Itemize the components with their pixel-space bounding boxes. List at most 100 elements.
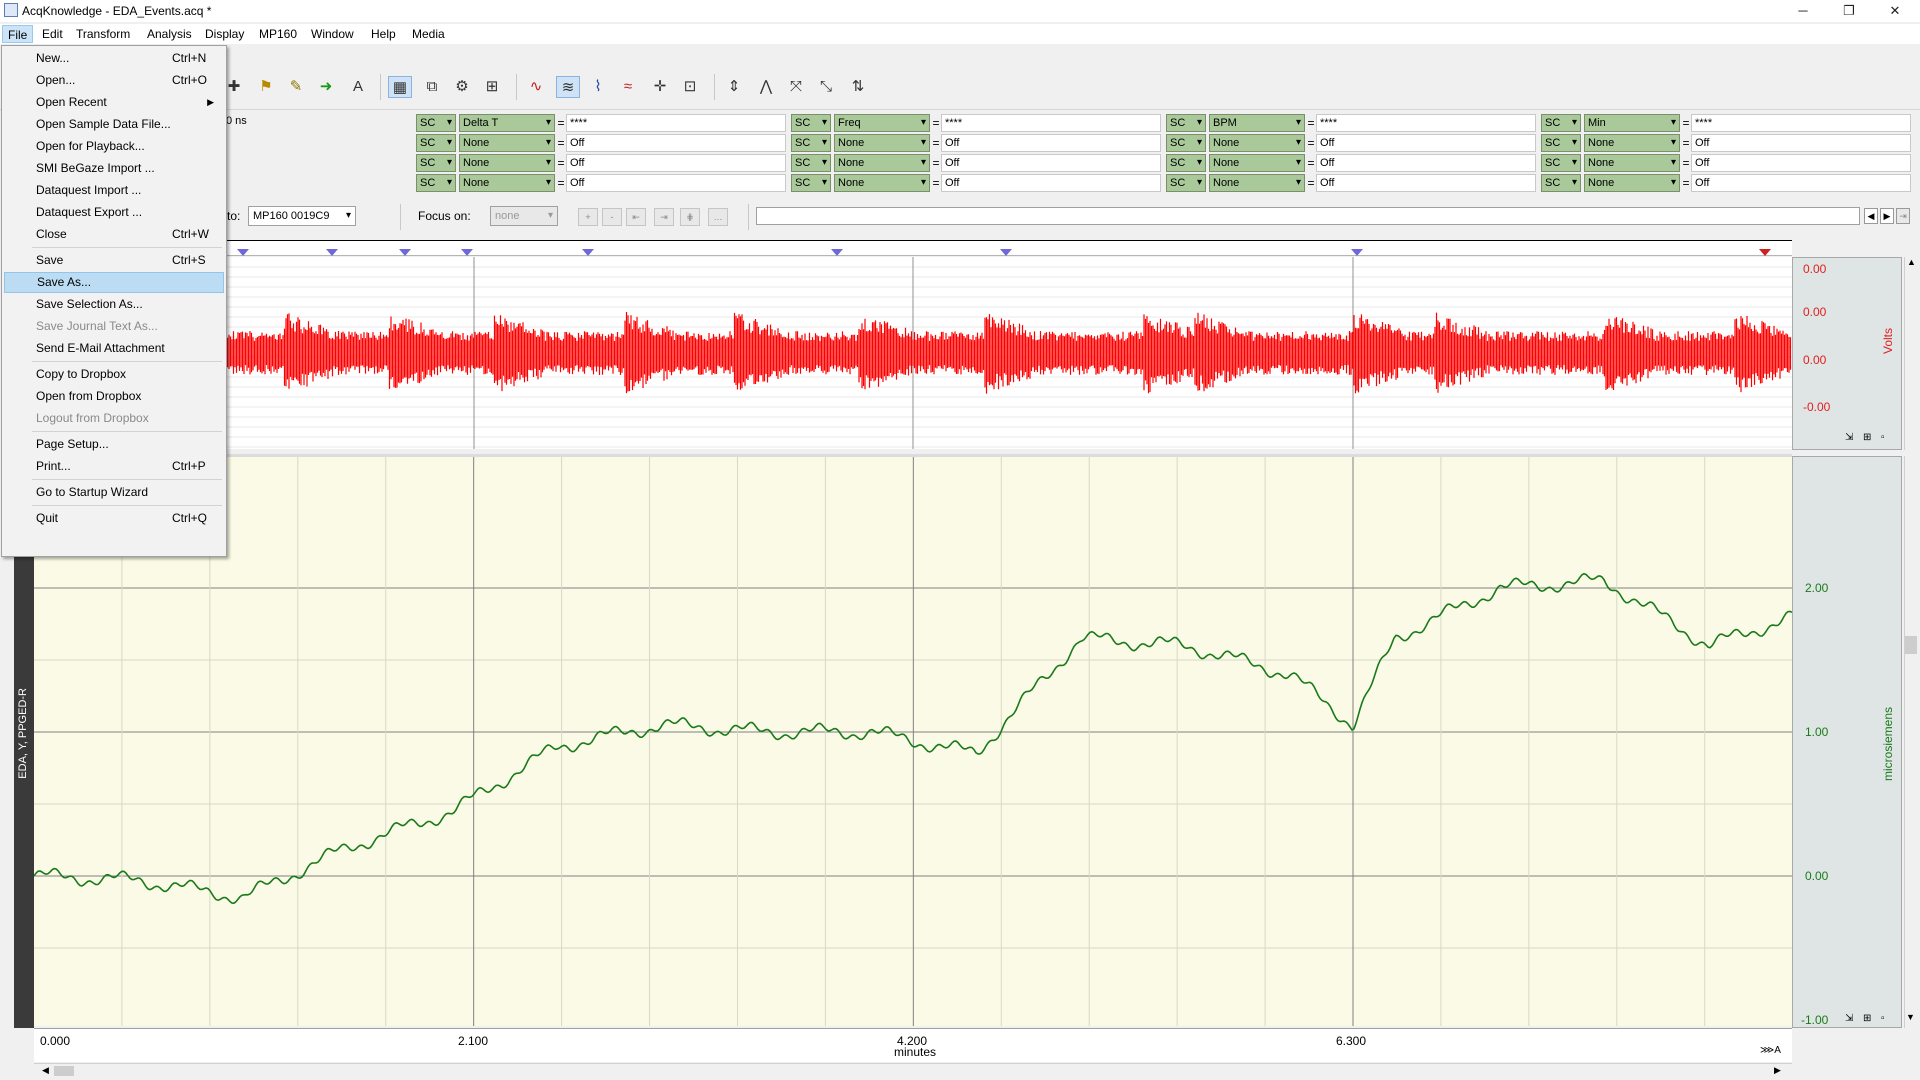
event-marker-icon[interactable] [1000,249,1012,256]
scroll-thumb[interactable] [54,1066,74,1076]
measurement-function-select[interactable]: None [834,154,930,172]
lock-icon[interactable]: ▫ [1881,1013,1885,1024]
autoscale-vertical-icon[interactable]: ⇕ [722,76,746,98]
measurement-function-select[interactable]: None [1584,134,1680,152]
measurement-channel-select[interactable]: SC [791,134,831,152]
file-menu-item-copy-to-dropbox[interactable]: Copy to Dropbox [4,364,224,385]
layout-icon[interactable]: ⊡ [678,76,702,98]
file-menu-item-logout-from-dropbox[interactable]: Logout from Dropbox [4,408,224,429]
file-menu-item-close[interactable]: Close Ctrl+W [4,224,224,245]
file-menu-item-open-for-playback[interactable]: Open for Playback... [4,136,224,157]
menu-analysis[interactable]: Analysis [142,25,197,43]
stack-waves-icon[interactable]: ≋ [556,76,580,98]
file-menu-item-open[interactable]: Open... Ctrl+O [4,70,224,91]
measurement-function-select[interactable]: Delta T [459,114,555,132]
scroll-left-icon[interactable]: ◀ [42,1065,49,1076]
measurement-function-select[interactable]: None [1209,134,1305,152]
file-menu-item-print[interactable]: Print... Ctrl+P [4,456,224,477]
file-menu-item-open-sample-data-file[interactable]: Open Sample Data File... [4,114,224,135]
event-marker-red-icon[interactable] [1759,249,1771,256]
measurement-function-select[interactable]: None [459,154,555,172]
menu-mp160[interactable]: MP160 [254,25,302,43]
overlay-waves-icon[interactable]: ≈ [616,76,640,98]
grid-icon[interactable]: ▦ [388,76,412,98]
file-menu-item-open-recent[interactable]: Open Recent ▶ [4,92,224,113]
scale-icon[interactable]: ⇲ [1845,432,1853,443]
measurement-channel-select[interactable]: SC [416,134,456,152]
restore-icon[interactable]: ❐ [1826,0,1872,22]
measurement-function-select[interactable]: None [1209,174,1305,192]
measurement-function-select[interactable]: None [459,174,555,192]
horizontal-scrollbar[interactable]: ◀ ▶ [34,1063,1792,1077]
measurement-channel-select[interactable]: SC [1541,174,1581,192]
chart-icon[interactable]: ⌇ [586,76,610,98]
focus-more-button[interactable]: … [708,208,728,226]
file-menu-item-dataquest-import[interactable]: Dataquest Import ... [4,180,224,201]
minimize-icon[interactable]: ─ [1780,0,1826,22]
file-menu-item-go-to-startup-wizard[interactable]: Go to Startup Wizard [4,482,224,503]
event-marker-icon[interactable] [237,249,249,256]
axis-settings-icon[interactable]: ⊞ [1863,432,1871,443]
measurement-function-select[interactable]: None [1209,154,1305,172]
menu-media[interactable]: Media [407,25,450,43]
measurement-channel-select[interactable]: SC [1166,134,1206,152]
focus-remove-button[interactable]: - [602,208,622,226]
next-arrow-icon[interactable]: ▶ [1880,208,1894,224]
flag-tool-icon[interactable]: ⚑ [254,76,278,98]
focus-prev-button[interactable]: ⇤ [626,208,646,226]
measurement-channel-select[interactable]: SC [791,174,831,192]
file-menu-item-save[interactable]: Save Ctrl+S [4,250,224,271]
file-menu-item-smi-begaze-import[interactable]: SMI BeGaze Import ... [4,158,224,179]
cursor-cross-icon[interactable]: ✛ [648,76,672,98]
scroll-down-icon[interactable]: ▼ [1906,1012,1915,1022]
measurement-channel-select[interactable]: SC [1541,154,1581,172]
waveform-icon[interactable]: ∿ [524,76,548,98]
channel2-plot[interactable] [33,454,1794,1026]
focus-select[interactable]: none ▾ [490,206,558,226]
menu-transform[interactable]: Transform [71,25,135,43]
measurement-channel-select[interactable]: SC [1166,154,1206,172]
measurement-channel-select[interactable]: SC [416,174,456,192]
arrow-right-icon[interactable]: ➜ [314,76,338,98]
gear-icon[interactable]: ⚙ [450,76,474,98]
measurement-function-select[interactable]: None [834,134,930,152]
measurement-function-select[interactable]: None [1584,154,1680,172]
overlap-icon[interactable]: ⧉ [420,76,444,98]
focus-next-button[interactable]: ⇥ [654,208,674,226]
measurement-channel-select[interactable]: SC [1541,114,1581,132]
meter-icon[interactable]: ⊞ [480,76,504,98]
measurement-function-select[interactable]: None [834,174,930,192]
text-tool-icon[interactable]: A [346,76,370,98]
scale-icon[interactable]: ⇲ [1845,1013,1853,1024]
event-marker-icon[interactable] [1351,249,1363,256]
event-marker-icon[interactable] [831,249,843,256]
zoom-fit-icon[interactable]: ⤧ [784,76,808,98]
file-menu-item-dataquest-export[interactable]: Dataquest Export ... [4,202,224,223]
end-arrow-icon[interactable]: ⇥ [1896,208,1910,224]
measurement-function-select[interactable]: Freq [834,114,930,132]
menu-window[interactable]: Window [306,25,359,43]
journal-field[interactable] [756,207,1860,225]
measurement-channel-select[interactable]: SC [1166,114,1206,132]
measurement-channel-select[interactable]: SC [416,114,456,132]
zoom-icon[interactable]: ⤡ [814,76,838,98]
file-menu-item-save-selection-as[interactable]: Save Selection As... [4,294,224,315]
channel2-scrollbar[interactable]: ▼ [1904,456,1918,1028]
channel1-scrollbar[interactable]: ▲ [1904,257,1918,450]
menu-edit[interactable]: Edit [37,25,68,43]
scroll-right-icon[interactable]: ▶ [1774,1065,1781,1076]
axis-settings-icon[interactable]: ⊞ [1863,1013,1871,1024]
flip-icon[interactable]: ⇅ [846,76,870,98]
focus-grid-button[interactable]: ⋕ [680,208,700,226]
file-menu-item-save-journal-text-as[interactable]: Save Journal Text As... [4,316,224,337]
measurement-function-select[interactable]: Min [1584,114,1680,132]
lock-icon[interactable]: ▫ [1881,432,1885,443]
file-menu-item-save-as[interactable]: Save As... [4,272,224,293]
file-menu-item-send-e-mail-attachment[interactable]: Send E-Mail Attachment [4,338,224,359]
scroll-thumb[interactable] [1905,636,1917,654]
file-menu-item-new[interactable]: New... Ctrl+N [4,48,224,69]
menu-display[interactable]: Display [200,25,249,43]
event-marker-icon[interactable] [461,249,473,256]
measurement-function-select[interactable]: None [1584,174,1680,192]
measurement-channel-select[interactable]: SC [1166,174,1206,192]
